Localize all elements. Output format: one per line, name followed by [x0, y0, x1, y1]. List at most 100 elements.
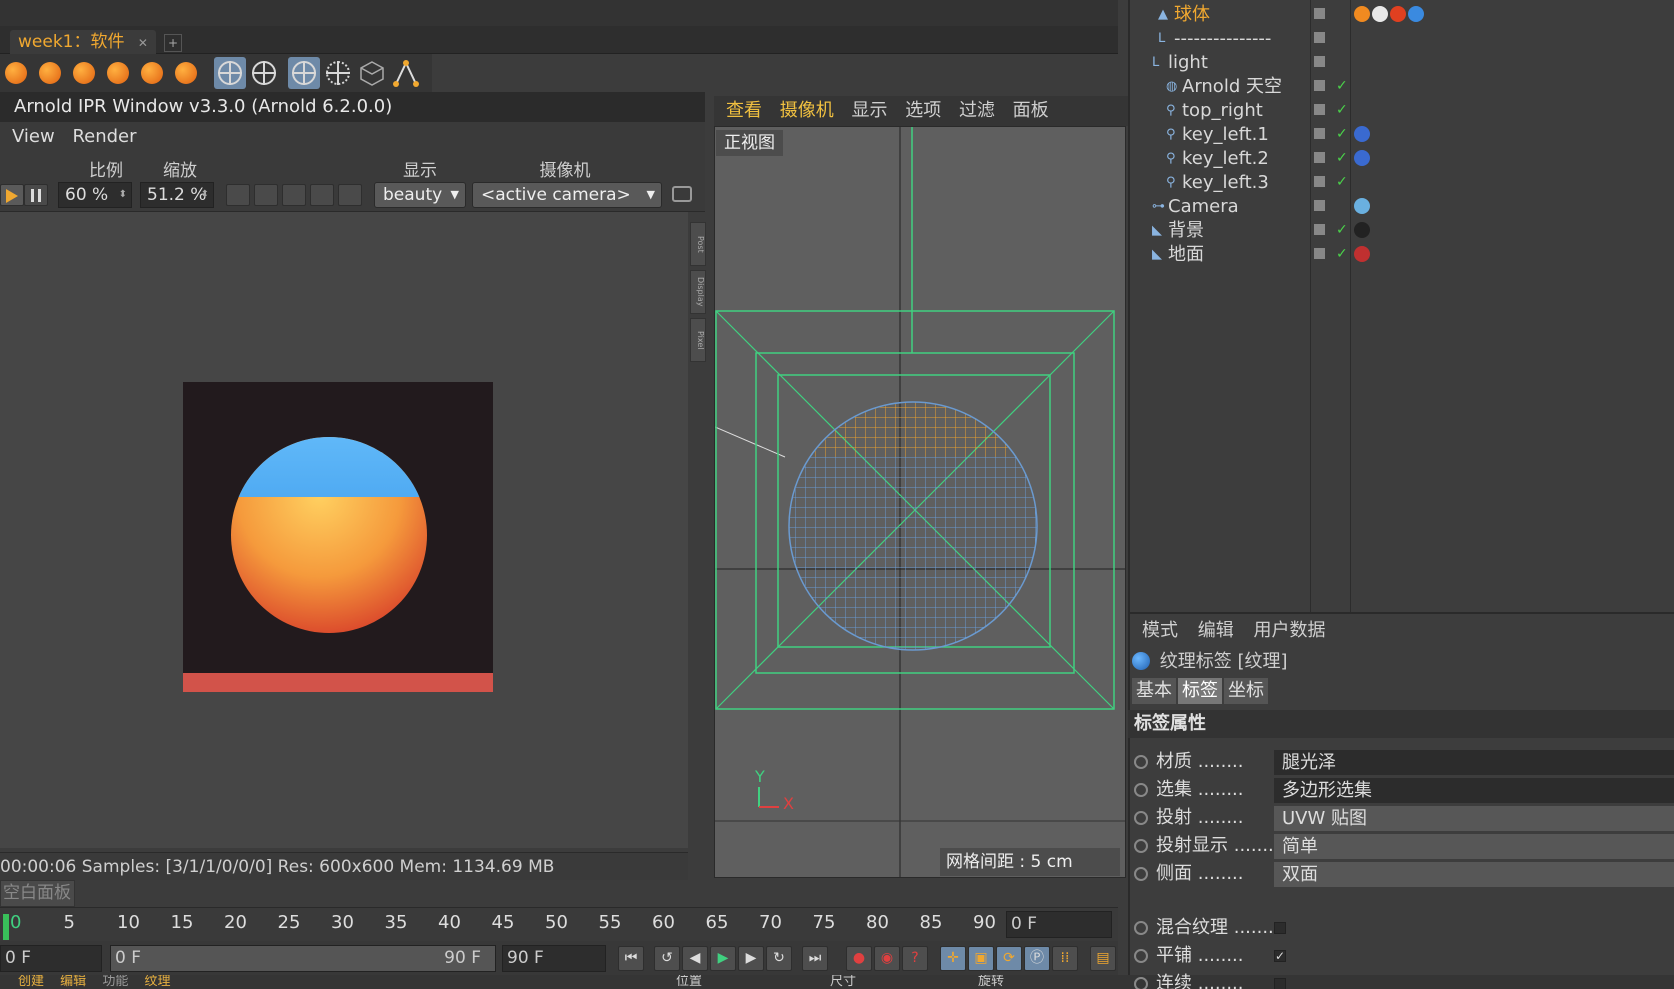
- current-frame-field[interactable]: 0 F: [1006, 911, 1112, 938]
- visibility-toggle[interactable]: [1314, 80, 1325, 91]
- pla-key-button[interactable]: ⁞⁞: [1052, 946, 1078, 971]
- play-forward-button[interactable]: ▶: [710, 946, 736, 971]
- wireframe-button[interactable]: [288, 57, 320, 89]
- animate-radio[interactable]: [1134, 755, 1148, 769]
- skeleton-button[interactable]: [390, 57, 422, 89]
- next-key-button[interactable]: ↻: [766, 946, 792, 971]
- display-select[interactable]: beauty ▼: [374, 182, 466, 208]
- param-key-button[interactable]: Ⓟ: [1024, 946, 1050, 971]
- keyframe-help-button[interactable]: ?: [902, 946, 928, 971]
- box-button[interactable]: [356, 57, 388, 89]
- visibility-toggle[interactable]: [1314, 248, 1325, 259]
- filmstrip-button[interactable]: ▤: [1090, 946, 1116, 971]
- animate-radio[interactable]: [1134, 921, 1148, 935]
- viewport-front[interactable]: Y X: [714, 126, 1126, 878]
- timeline-ruler[interactable]: 0 5 10 15 20 25 30 35 40 45 50 55 60 65 70 75 80 85 90 0 F: [0, 907, 1118, 941]
- object-row[interactable]: ▲ 球体: [1128, 2, 1674, 27]
- move-key-button[interactable]: ✛: [940, 946, 966, 971]
- object-row[interactable]: ᒪ ---------------: [1128, 26, 1674, 51]
- menu-user-data[interactable]: 用户数据: [1253, 620, 1325, 641]
- visibility-toggle[interactable]: [1314, 152, 1325, 163]
- menu-function[interactable]: 功能: [102, 975, 128, 989]
- tag-icon[interactable]: [1372, 6, 1388, 22]
- object-row[interactable]: ⊶ Camera: [1128, 194, 1674, 219]
- visibility-toggle[interactable]: [1314, 56, 1325, 67]
- shade-constant-lines-button[interactable]: [170, 57, 202, 89]
- rotate-key-button[interactable]: ⟳: [996, 946, 1022, 971]
- animate-radio[interactable]: [1134, 811, 1148, 825]
- object-row[interactable]: ⚲ key_left.1 ✓: [1128, 122, 1674, 147]
- menu-texture[interactable]: 纹理: [144, 975, 170, 989]
- animate-radio[interactable]: [1134, 949, 1148, 963]
- animate-radio[interactable]: [1134, 783, 1148, 797]
- zoom-field[interactable]: 51.2 % ⬍: [140, 182, 214, 208]
- enabled-check-icon[interactable]: ✓: [1336, 122, 1348, 147]
- menu-create[interactable]: 创建: [18, 975, 44, 989]
- tag-icon[interactable]: [1390, 6, 1406, 22]
- tab-basic[interactable]: 基本: [1132, 678, 1176, 704]
- enabled-check-icon[interactable]: ✓: [1336, 218, 1348, 243]
- crop-button[interactable]: [310, 184, 334, 206]
- tag-icon[interactable]: [1354, 198, 1370, 214]
- animate-radio[interactable]: [1134, 867, 1148, 881]
- pause-button[interactable]: [24, 184, 48, 206]
- tag-icon[interactable]: [1408, 6, 1424, 22]
- menu-panel[interactable]: 面板: [1013, 100, 1049, 121]
- object-row[interactable]: ◣ 背景 ✓: [1128, 218, 1674, 243]
- attribute-checkbox[interactable]: [1274, 978, 1286, 989]
- shade-gouraud-lines-button[interactable]: [34, 57, 66, 89]
- tag-icon[interactable]: [1354, 126, 1370, 142]
- autokey-button[interactable]: ◉: [874, 946, 900, 971]
- shade-lines-button[interactable]: [248, 57, 280, 89]
- shade-gouraud-button[interactable]: [0, 57, 32, 89]
- object-row[interactable]: ◣ 地面 ✓: [1128, 242, 1674, 267]
- tag-icon[interactable]: [1354, 150, 1370, 166]
- object-row[interactable]: ◍ Arnold 天空 ✓: [1128, 74, 1674, 99]
- add-tab-button[interactable]: +: [164, 34, 182, 52]
- object-row[interactable]: ⚲ top_right ✓: [1128, 98, 1674, 123]
- region-button[interactable]: [282, 184, 306, 206]
- animate-radio[interactable]: [1134, 839, 1148, 853]
- menu-filter[interactable]: 过滤: [959, 100, 995, 121]
- time-cursor[interactable]: [3, 914, 9, 940]
- enabled-check-icon[interactable]: ✓: [1336, 170, 1348, 195]
- prev-frame-button[interactable]: ◀: [682, 946, 708, 971]
- enabled-check-icon[interactable]: ✓: [1336, 74, 1348, 99]
- menu-edit[interactable]: 编辑: [60, 975, 86, 989]
- goto-start-button[interactable]: ⏮: [618, 946, 644, 971]
- goto-end-button[interactable]: ⏭: [802, 946, 828, 971]
- enabled-check-icon[interactable]: ✓: [1336, 242, 1348, 267]
- shade-constant-button[interactable]: [136, 57, 168, 89]
- menu-view[interactable]: 查看: [726, 100, 762, 121]
- visibility-toggle[interactable]: [1314, 176, 1325, 187]
- visibility-toggle[interactable]: [1314, 128, 1325, 139]
- visibility-toggle[interactable]: [1314, 8, 1325, 19]
- globe-button[interactable]: [254, 184, 278, 206]
- shade-hidden-line-button[interactable]: [214, 57, 246, 89]
- tag-icon[interactable]: [1354, 246, 1370, 262]
- object-row[interactable]: ᒪ light: [1128, 50, 1674, 75]
- next-frame-button[interactable]: ▶: [738, 946, 764, 971]
- range-slider[interactable]: 0 F 90 F: [110, 945, 496, 972]
- shade-quick-button[interactable]: [68, 57, 100, 89]
- visibility-toggle[interactable]: [1314, 104, 1325, 115]
- tab-display[interactable]: Display: [690, 270, 706, 314]
- object-row[interactable]: ⚲ key_left.2 ✓: [1128, 146, 1674, 171]
- menu-edit[interactable]: 编辑: [1198, 620, 1234, 641]
- tag-icon[interactable]: [1354, 222, 1370, 238]
- end-frame-field[interactable]: 90 F: [502, 945, 606, 972]
- blank-panel-tab[interactable]: 空白面板: [0, 880, 75, 907]
- menu-render[interactable]: Render: [72, 126, 136, 147]
- visibility-toggle[interactable]: [1314, 224, 1325, 235]
- shade-quick-lines-button[interactable]: [102, 57, 134, 89]
- visibility-toggle[interactable]: [1314, 32, 1325, 43]
- start-frame-field[interactable]: 0 F: [0, 945, 102, 972]
- menu-camera[interactable]: 摄像机: [780, 100, 834, 121]
- tab-coords[interactable]: 坐标: [1224, 678, 1268, 704]
- close-icon[interactable]: ✕: [138, 36, 148, 50]
- prev-key-button[interactable]: ↺: [654, 946, 680, 971]
- ratio-field[interactable]: 60 % ⬍: [58, 182, 132, 208]
- visibility-toggle[interactable]: [1314, 200, 1325, 211]
- view-mode-button[interactable]: [226, 184, 250, 206]
- brush-button[interactable]: [338, 184, 362, 206]
